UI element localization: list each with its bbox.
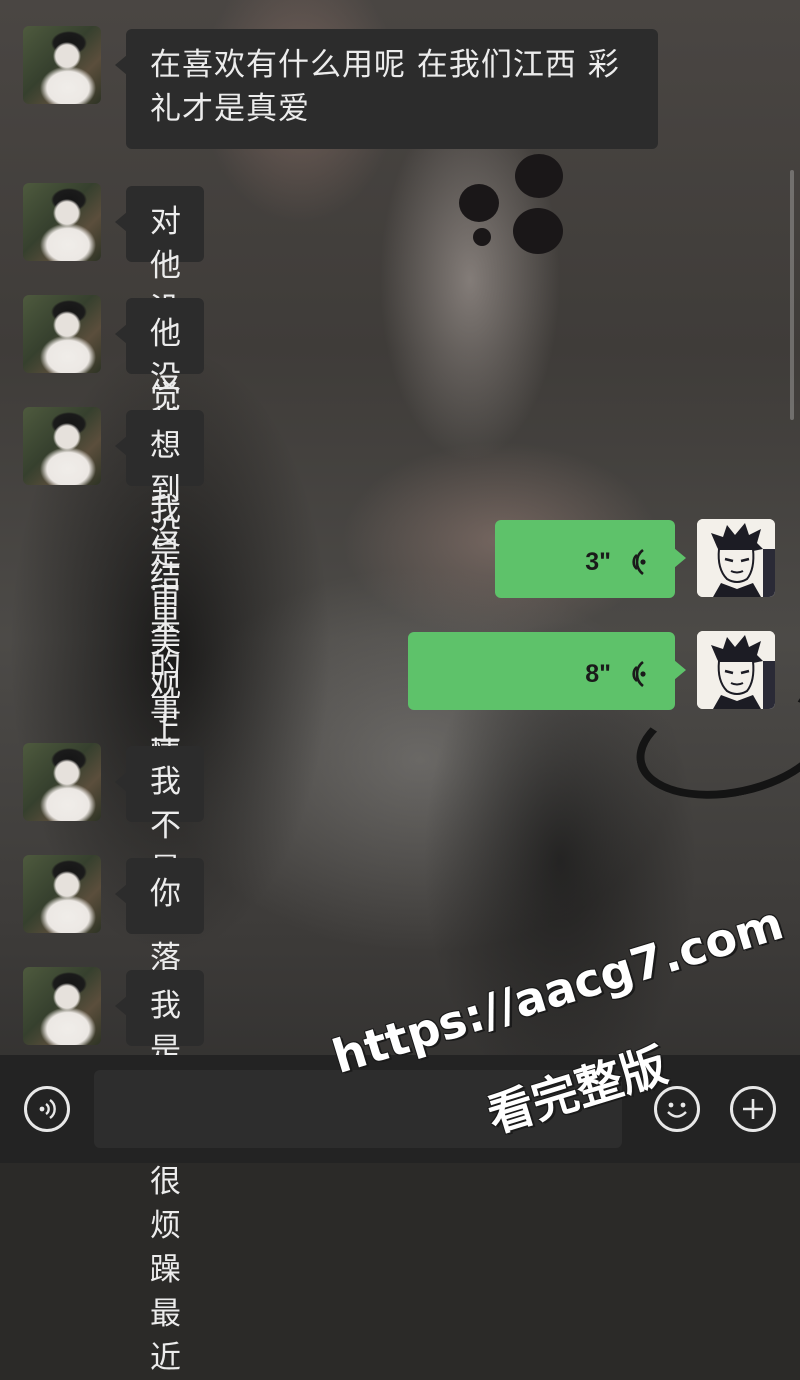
message-bubble[interactable]: 他没长在我是审美观上 — [115, 298, 204, 748]
message-bubble[interactable]: 我是真的很烦躁最近 — [115, 970, 204, 1376]
message-text: 我是真的很烦躁最近 — [150, 988, 182, 1376]
message-bubble[interactable]: 我不是冷落比 — [115, 746, 204, 1020]
voice-message-bubble[interactable]: 3" — [495, 520, 686, 598]
message-text-line: 礼才是真爱 — [150, 91, 310, 127]
message-text: 你 — [150, 876, 182, 912]
message-bubble[interactable]: 你 — [115, 858, 204, 934]
voice-message-bubble[interactable]: 8" — [408, 632, 686, 710]
contact-avatar[interactable] — [23, 967, 101, 1045]
plus-icon[interactable] — [730, 1086, 776, 1132]
background-phone-camera — [455, 150, 575, 260]
voice-wave-icon — [632, 548, 646, 576]
my-avatar[interactable] — [697, 519, 775, 597]
chat-background-photo — [0, 0, 800, 1163]
message-bubble[interactable]: 想到没结果的事情 — [115, 410, 204, 772]
message-text-line: 在喜欢有什么用呢 在我们江西 彩 — [150, 47, 620, 83]
message-text: 想到没结果的事情 — [150, 428, 182, 772]
contact-avatar[interactable] — [23, 743, 101, 821]
voice-wave-icon — [632, 660, 646, 688]
contact-avatar[interactable] — [23, 183, 101, 261]
contact-avatar[interactable] — [23, 26, 101, 104]
voice-mode-icon[interactable] — [24, 1086, 70, 1132]
message-bubble[interactable]: 在喜欢有什么用呢 在我们江西 彩 礼才是真爱 — [115, 29, 658, 149]
voice-duration: 8" — [585, 660, 611, 688]
my-avatar[interactable] — [697, 631, 775, 709]
contact-avatar[interactable] — [23, 295, 101, 373]
chat-input-bar — [0, 1055, 800, 1163]
contact-avatar[interactable] — [23, 407, 101, 485]
voice-duration: 3" — [585, 548, 611, 576]
scrollbar[interactable] — [790, 170, 794, 420]
message-bubble[interactable]: 对他没感觉 — [115, 186, 204, 416]
contact-avatar[interactable] — [23, 855, 101, 933]
